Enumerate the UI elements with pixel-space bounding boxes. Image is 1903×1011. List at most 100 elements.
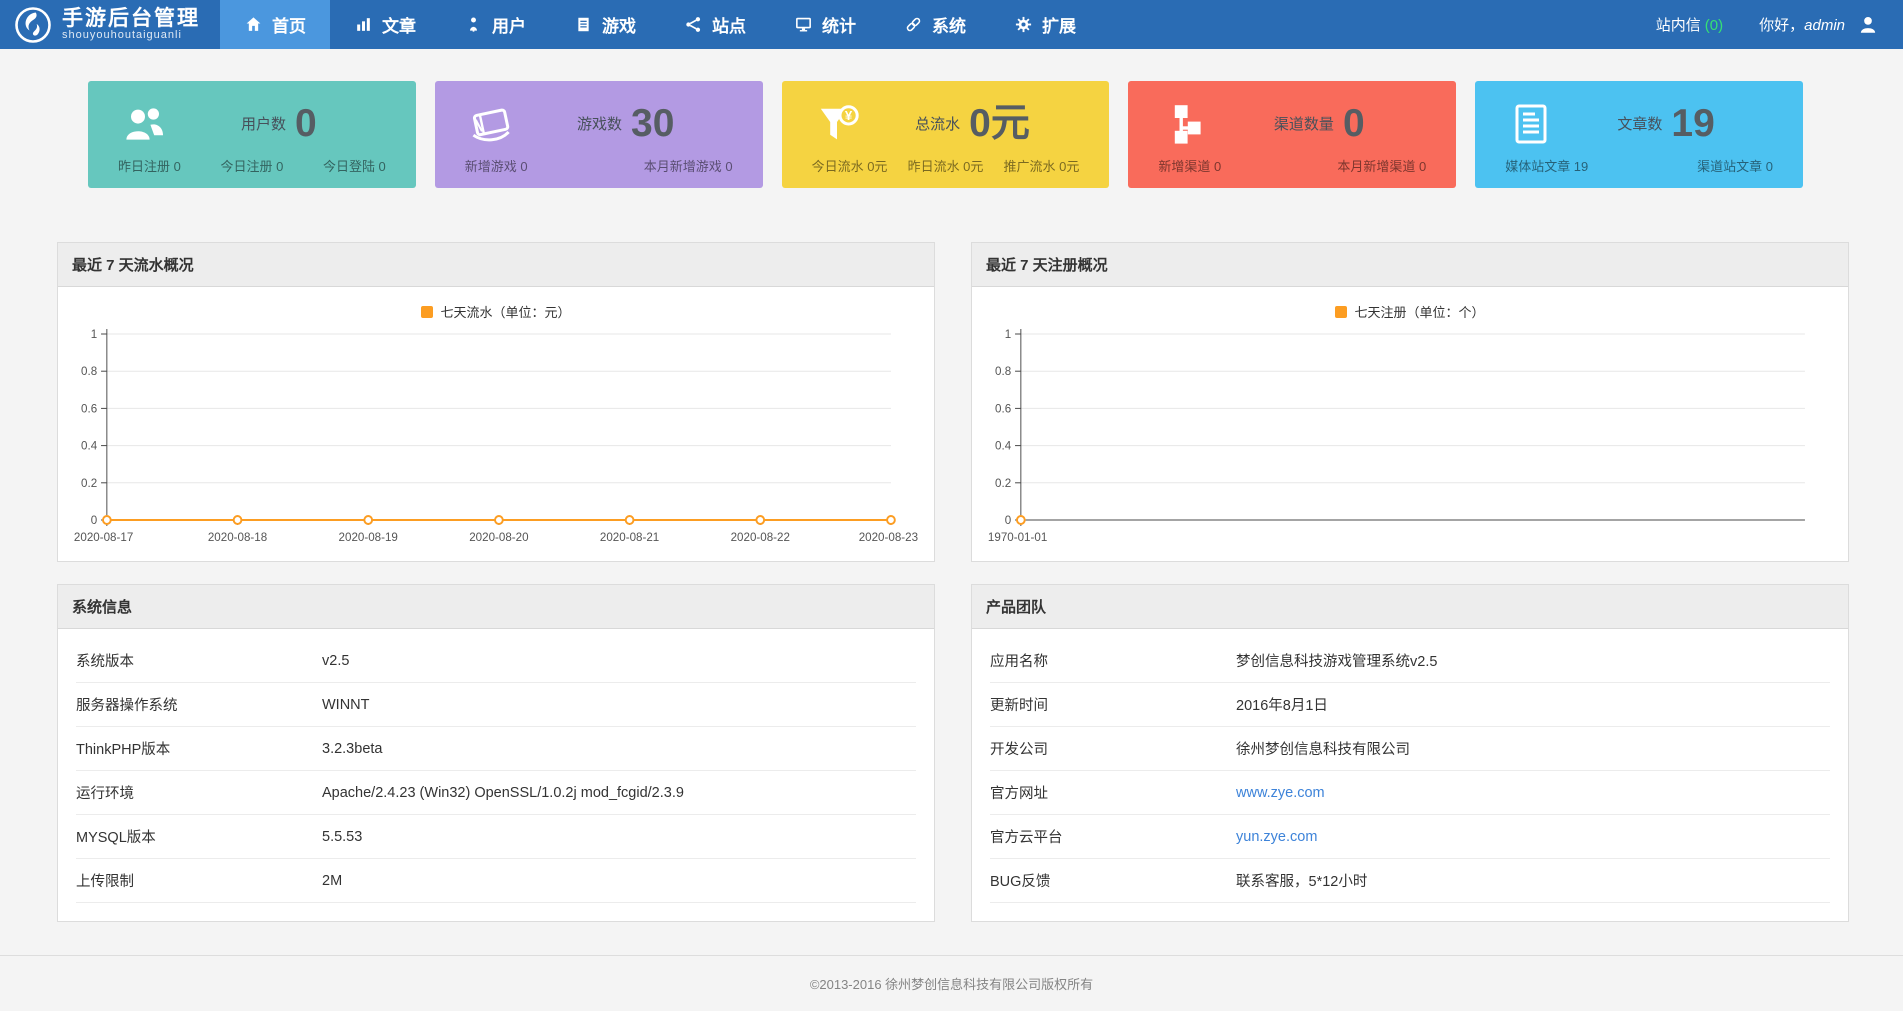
- nav-item-系统[interactable]: 系统: [880, 0, 990, 49]
- user-icon: [464, 15, 483, 34]
- page-footer: ©2013-2016 徐州梦创信息科技有限公司版权所有: [0, 955, 1903, 1011]
- stat-card-value: 0: [1343, 104, 1365, 143]
- svg-text:2020-08-19: 2020-08-19: [339, 530, 398, 544]
- info-row-value: 2M: [322, 873, 342, 889]
- svg-text:2020-08-22: 2020-08-22: [731, 530, 790, 544]
- svg-text:0.8: 0.8: [81, 364, 98, 378]
- stat-card-substat: 昨日注册 0: [118, 156, 181, 175]
- legend-swatch[interactable]: [1335, 306, 1347, 318]
- info-row-label: 应用名称: [990, 650, 1236, 671]
- funnel-yen-icon: ¥: [814, 100, 862, 148]
- stat-card-渠道数量: 渠道数量0新增渠道 0本月新增渠道 0: [1128, 81, 1456, 188]
- stat-card-label: 游戏数: [577, 113, 622, 134]
- phone-hand-icon-wrap: [467, 100, 515, 148]
- info-row-label: 官方云平台: [990, 826, 1236, 847]
- nav-item-文章[interactable]: 文章: [330, 0, 440, 49]
- nav-item-label: 统计: [822, 12, 856, 37]
- stat-card-value: 0: [295, 104, 317, 143]
- gear-icon: [1014, 15, 1033, 34]
- info-row-开发公司: 开发公司徐州梦创信息科技有限公司: [990, 727, 1830, 771]
- info-row-MYSQL版本: MYSQL版本5.5.53: [76, 815, 916, 859]
- system-info-panel: 系统信息 系统版本v2.5服务器操作系统WINNTThinkPHP版本3.2.3…: [57, 584, 935, 922]
- product-team-title: 产品团队: [972, 585, 1848, 629]
- info-row-label: 官方网址: [990, 782, 1236, 803]
- stat-card-label: 用户数: [241, 113, 286, 134]
- info-row-value: Apache/2.4.23 (Win32) OpenSSL/1.0.2j mod…: [322, 785, 684, 801]
- nav-item-label: 系统: [932, 12, 966, 37]
- users-icon-wrap: [120, 100, 168, 148]
- stat-card-substat: 今日注册 0: [220, 156, 283, 175]
- stat-card-substat: 今日登陆 0: [323, 156, 386, 175]
- svg-text:2020-08-18: 2020-08-18: [208, 530, 268, 544]
- info-row-value: 2016年8月1日: [1236, 694, 1328, 715]
- svg-text:0.2: 0.2: [81, 476, 97, 490]
- info-row-link[interactable]: www.zye.com: [1236, 785, 1325, 801]
- legend-label: 七天注册（单位：个）: [1354, 305, 1484, 320]
- register-chart-panel: 最近 7 天注册概况 七天注册（单位：个） 00.20.40.60.811970…: [971, 242, 1849, 562]
- svg-text:0.8: 0.8: [995, 364, 1012, 378]
- info-row-ThinkPHP版本: ThinkPHP版本3.2.3beta: [76, 727, 916, 771]
- legend-label: 七天流水（单位：元）: [440, 305, 570, 320]
- info-row-value: v2.5: [322, 653, 349, 669]
- nav-menu: 首页 文章用户 游戏 站点 统计 系统扩展: [220, 0, 1100, 49]
- svg-text:1: 1: [91, 327, 97, 341]
- info-row-更新时间: 更新时间2016年8月1日: [990, 683, 1830, 727]
- nav-item-label: 游戏: [602, 12, 636, 37]
- svg-text:0.6: 0.6: [81, 401, 98, 415]
- svg-text:0: 0: [91, 513, 98, 527]
- info-row-label: 上传限制: [76, 870, 322, 891]
- stat-card-substat: 本月新增游戏 0: [644, 156, 733, 175]
- stat-card-substat: 新增渠道 0: [1158, 156, 1221, 175]
- stat-card-substat: 本月新增渠道 0: [1337, 156, 1426, 175]
- info-row-value: 5.5.53: [322, 829, 362, 845]
- username: admin: [1804, 17, 1845, 34]
- info-row-value: 梦创信息科技游戏管理系统v2.5: [1236, 650, 1437, 671]
- app-logo[interactable]: 手游后台管理 shouyouhoutaiguanli: [0, 0, 220, 49]
- top-navbar: 手游后台管理 shouyouhoutaiguanli 首页 文章用户 游戏 站点 统计 系…: [0, 0, 1903, 49]
- svg-text:2020-08-23: 2020-08-23: [859, 530, 919, 544]
- messages-count-badge: (0): [1705, 17, 1723, 34]
- stat-card-substat: 今日流水 0元: [812, 156, 888, 175]
- info-row-label: 系统版本: [76, 650, 322, 671]
- legend-swatch[interactable]: [421, 306, 433, 318]
- system-info-title: 系统信息: [58, 585, 934, 629]
- navbar-right: 站内信(0) 你好，admin: [1656, 0, 1903, 49]
- info-row-系统版本: 系统版本v2.5: [76, 639, 916, 683]
- charts-row: 最近 7 天流水概况 七天流水（单位：元） 00.20.40.60.812020…: [57, 242, 1849, 562]
- user-avatar-icon[interactable]: [1857, 14, 1879, 36]
- stat-card-value: 30: [631, 104, 674, 143]
- app-subtitle: shouyouhoutaiguanli: [62, 30, 200, 42]
- stat-card-游戏数: 游戏数30新增游戏 0本月新增游戏 0: [435, 81, 763, 188]
- site-messages-link[interactable]: 站内信(0): [1656, 14, 1723, 35]
- register-chart-legend: 七天注册（单位：个）: [986, 287, 1834, 326]
- register-line-chart: 00.20.40.60.811970-01-01: [986, 326, 1834, 554]
- product-team-table: 应用名称梦创信息科技游戏管理系统v2.5 更新时间2016年8月1日开发公司徐州梦…: [972, 629, 1848, 921]
- stat-cards-row: 用户数0昨日注册 0今日注册 0今日登陆 0游戏数30新增游戏 0本月新增游戏 …: [88, 81, 1803, 188]
- nav-item-label: 文章: [382, 12, 416, 37]
- info-row-BUG反馈: BUG反馈联系客服，5*12小时: [990, 859, 1830, 903]
- stat-card-用户数: 用户数 0 昨日注册 0 今日注册 0 今日登陆 0: [88, 81, 416, 188]
- nav-item-label: 站点: [712, 12, 746, 37]
- info-row-上传限制: 上传限制2M: [76, 859, 916, 903]
- nav-item-统计[interactable]: 统计: [770, 0, 880, 49]
- link-icon: [904, 15, 923, 34]
- stat-card-substat: 推广流水 0元: [1004, 156, 1080, 175]
- funnel-yen-icon-wrap: ¥: [814, 100, 862, 148]
- stat-card-substat: 渠道站文章 0: [1697, 156, 1773, 175]
- nav-item-用户[interactable]: 用户: [440, 0, 550, 49]
- nav-item-首页[interactable]: 首页: [220, 0, 330, 49]
- svg-text:1: 1: [1005, 327, 1011, 341]
- nav-item-站点[interactable]: 站点: [660, 0, 770, 49]
- info-row-value: 联系客服，5*12小时: [1236, 870, 1367, 891]
- article-icon-wrap: [1507, 100, 1555, 148]
- users-icon: [120, 100, 168, 148]
- svg-text:0.4: 0.4: [81, 438, 98, 452]
- article-icon: [1507, 100, 1555, 148]
- info-row-label: BUG反馈: [990, 870, 1236, 891]
- info-row-link[interactable]: yun.zye.com: [1236, 829, 1317, 845]
- nav-item-扩展[interactable]: 扩展: [990, 0, 1100, 49]
- info-row-官方网址: 官方网址www.zye.com: [990, 771, 1830, 815]
- nav-item-游戏[interactable]: 游戏: [550, 0, 660, 49]
- product-team-panel: 产品团队 应用名称梦创信息科技游戏管理系统v2.5 更新时间2016年8月1日开发…: [971, 584, 1849, 922]
- bar-chart-icon: [354, 15, 373, 34]
